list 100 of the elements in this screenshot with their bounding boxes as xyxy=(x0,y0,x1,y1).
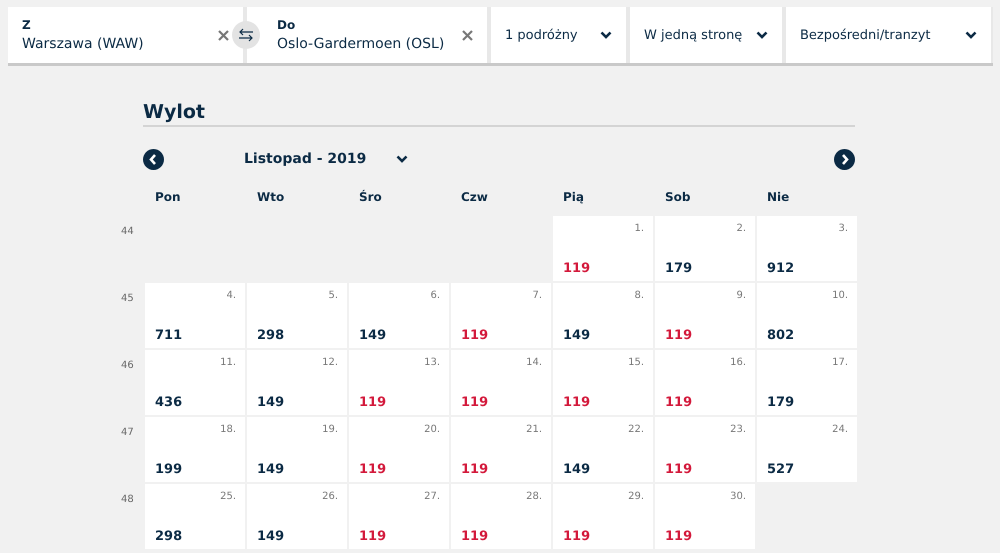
day-number: 11. xyxy=(220,357,236,368)
price: 119 xyxy=(563,261,590,276)
week-number: 46 xyxy=(120,359,135,373)
day-cell[interactable]: 14. 119 xyxy=(451,350,551,415)
day-cell[interactable]: 2. 179 xyxy=(655,216,755,281)
price: 119 xyxy=(461,462,488,477)
weekday-label: Wto xyxy=(257,190,284,204)
day-cell[interactable]: 21. 119 xyxy=(451,417,551,482)
day-cell[interactable]: 28. 119 xyxy=(451,484,551,549)
day-cell[interactable]: 27. 119 xyxy=(349,484,449,549)
week-number: 47 xyxy=(120,426,135,440)
day-cell[interactable]: 13. 119 xyxy=(349,350,449,415)
field-value: Warszawa (WAW) xyxy=(22,36,144,52)
day-cell[interactable]: 19. 149 xyxy=(247,417,347,482)
day-number: 22. xyxy=(628,424,644,435)
day-cell[interactable]: 16. 119 xyxy=(655,350,755,415)
day-number: 8. xyxy=(634,290,644,301)
week-number: 48 xyxy=(120,493,135,507)
day-number: 19. xyxy=(322,424,338,435)
price: 149 xyxy=(563,328,590,343)
price: 179 xyxy=(767,395,794,410)
day-number: 5. xyxy=(328,290,338,301)
price: 119 xyxy=(461,395,488,410)
day-cell[interactable]: 30. 119 xyxy=(655,484,755,549)
price: 119 xyxy=(359,395,386,410)
day-number: 1. xyxy=(634,223,644,234)
dropdown[interactable]: Bezpośredni/tranzyt xyxy=(786,7,991,63)
section-title: Wylot xyxy=(143,101,205,125)
price: 119 xyxy=(359,529,386,544)
price: 179 xyxy=(665,261,692,276)
day-cell[interactable]: 25. 298 xyxy=(145,484,245,549)
day-number: 18. xyxy=(220,424,236,435)
origin-field[interactable]: Z Warszawa (WAW) xyxy=(8,7,243,63)
weekday-label: Nie xyxy=(767,190,790,204)
dropdown[interactable]: W jedną stronę xyxy=(630,7,782,63)
weekday-label: Pią xyxy=(563,190,584,204)
day-cell[interactable]: 20. 119 xyxy=(349,417,449,482)
day-number: 4. xyxy=(226,290,236,301)
price: 711 xyxy=(155,328,182,343)
day-number: 7. xyxy=(532,290,542,301)
day-cell[interactable]: 1. 119 xyxy=(553,216,653,281)
week-number: 45 xyxy=(120,292,135,306)
weekday-label: Śro xyxy=(359,190,382,204)
price: 119 xyxy=(665,328,692,343)
day-number: 21. xyxy=(526,424,542,435)
price: 119 xyxy=(665,529,692,544)
price: 119 xyxy=(665,395,692,410)
day-cell[interactable]: 9. 119 xyxy=(655,283,755,348)
price: 119 xyxy=(461,328,488,343)
day-cell[interactable]: 8. 149 xyxy=(553,283,653,348)
day-cell[interactable]: 17. 179 xyxy=(757,350,857,415)
day-number: 10. xyxy=(832,290,848,301)
day-cell[interactable]: 11. 436 xyxy=(145,350,245,415)
day-cell[interactable]: 24. 527 xyxy=(757,417,857,482)
price: 119 xyxy=(461,529,488,544)
day-cell[interactable]: 6. 149 xyxy=(349,283,449,348)
day-cell[interactable]: 23. 119 xyxy=(655,417,755,482)
price: 119 xyxy=(665,462,692,477)
price: 149 xyxy=(359,328,386,343)
day-cell[interactable]: 15. 119 xyxy=(553,350,653,415)
field-value: Oslo-Gardermoen (OSL) xyxy=(277,36,444,52)
day-number: 20. xyxy=(424,424,440,435)
price: 298 xyxy=(257,328,284,343)
day-cell[interactable]: 10. 802 xyxy=(757,283,857,348)
day-cell[interactable]: 22. 149 xyxy=(553,417,653,482)
price: 298 xyxy=(155,529,182,544)
week-number: 44 xyxy=(120,225,135,239)
day-number: 24. xyxy=(832,424,848,435)
day-number: 27. xyxy=(424,491,440,502)
day-number: 16. xyxy=(730,357,746,368)
day-number: 6. xyxy=(430,290,440,301)
price: 912 xyxy=(767,261,794,276)
price: 149 xyxy=(257,529,284,544)
price: 199 xyxy=(155,462,182,477)
day-number: 2. xyxy=(736,223,746,234)
day-number: 9. xyxy=(736,290,746,301)
price: 119 xyxy=(563,529,590,544)
price: 436 xyxy=(155,395,182,410)
day-number: 28. xyxy=(526,491,542,502)
day-cell[interactable]: 3. 912 xyxy=(757,216,857,281)
price: 149 xyxy=(257,462,284,477)
destination-field[interactable]: Do Oslo-Gardermoen (OSL) xyxy=(247,7,487,63)
day-cell[interactable]: 5. 298 xyxy=(247,283,347,348)
day-cell[interactable]: 26. 149 xyxy=(247,484,347,549)
day-number: 17. xyxy=(832,357,848,368)
day-number: 30. xyxy=(730,491,746,502)
dropdown[interactable]: 1 podróżny xyxy=(491,7,626,63)
price: 149 xyxy=(563,462,590,477)
day-cell[interactable]: 12. 149 xyxy=(247,350,347,415)
day-number: 25. xyxy=(220,491,236,502)
day-cell[interactable]: 18. 199 xyxy=(145,417,245,482)
weekday-label: Czw xyxy=(461,190,488,204)
day-number: 12. xyxy=(322,357,338,368)
day-cell[interactable]: 4. 711 xyxy=(145,283,245,348)
day-number: 3. xyxy=(838,223,848,234)
day-cell[interactable]: 7. 119 xyxy=(451,283,551,348)
day-number: 14. xyxy=(526,357,542,368)
day-number: 26. xyxy=(322,491,338,502)
day-cell[interactable]: 29. 119 xyxy=(553,484,653,549)
price: 802 xyxy=(767,328,794,343)
